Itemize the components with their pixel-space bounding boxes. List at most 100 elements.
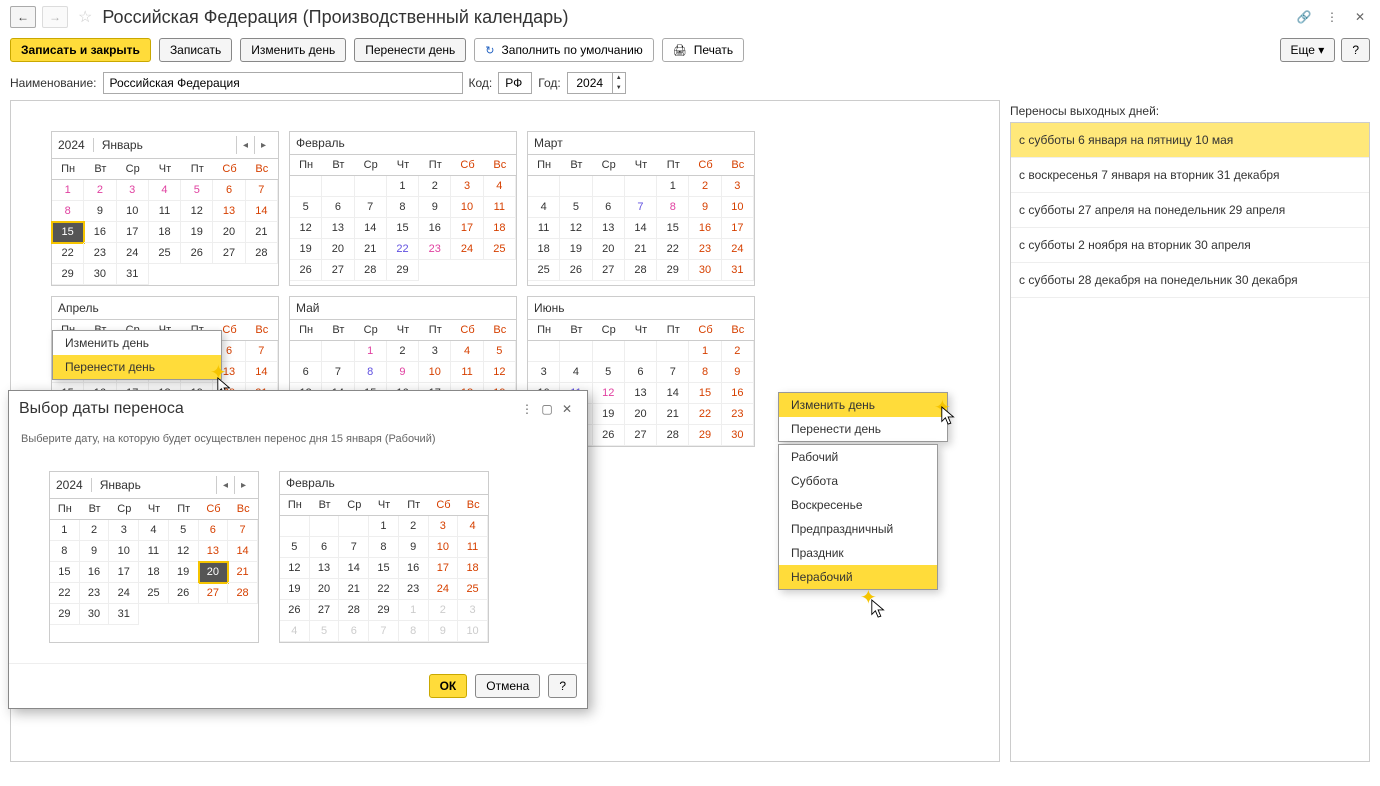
day-cell[interactable]: 9 xyxy=(80,541,110,562)
day-cell[interactable]: 15 xyxy=(50,562,80,583)
day-cell[interactable]: 7 xyxy=(246,341,278,362)
day-cell[interactable]: 8 xyxy=(52,201,84,222)
day-cell[interactable]: 16 xyxy=(80,562,110,583)
day-cell[interactable]: 11 xyxy=(139,541,169,562)
day-cell[interactable]: 9 xyxy=(689,197,721,218)
day-cell[interactable] xyxy=(625,176,657,197)
day-cell[interactable]: 19 xyxy=(290,239,322,260)
year-up-button[interactable]: ▲ xyxy=(613,73,625,83)
print-button[interactable]: Печать xyxy=(662,38,744,62)
day-cell[interactable]: 3 xyxy=(117,180,149,201)
day-cell[interactable]: 10 xyxy=(419,362,451,383)
day-cell[interactable]: 12 xyxy=(560,218,592,239)
day-cell[interactable]: 23 xyxy=(84,243,116,264)
menu-item[interactable]: Рабочий xyxy=(779,445,937,469)
day-cell[interactable]: 26 xyxy=(280,600,310,621)
day-cell[interactable]: 3 xyxy=(458,600,488,621)
day-cell[interactable]: 10 xyxy=(429,537,459,558)
day-cell[interactable] xyxy=(290,341,322,362)
day-cell[interactable]: 6 xyxy=(290,362,322,383)
day-cell[interactable]: 4 xyxy=(149,180,181,201)
day-cell[interactable]: 15 xyxy=(657,218,689,239)
day-cell[interactable]: 26 xyxy=(290,260,322,281)
day-cell[interactable]: 6 xyxy=(625,362,657,383)
day-cell[interactable]: 10 xyxy=(458,621,488,642)
day-cell[interactable]: 26 xyxy=(560,260,592,281)
day-cell[interactable]: 12 xyxy=(290,218,322,239)
day-cell[interactable]: 14 xyxy=(625,218,657,239)
day-cell[interactable]: 27 xyxy=(310,600,340,621)
day-cell[interactable]: 19 xyxy=(593,404,625,425)
change-day-button[interactable]: Изменить день xyxy=(240,38,346,62)
menu-item[interactable]: Перенести день xyxy=(53,355,221,379)
day-cell[interactable]: 14 xyxy=(355,218,387,239)
day-cell[interactable]: 21 xyxy=(246,222,278,243)
day-cell[interactable] xyxy=(290,176,322,197)
move-day-button[interactable]: Перенести день xyxy=(354,38,466,62)
day-cell[interactable]: 16 xyxy=(84,222,116,243)
day-cell[interactable]: 3 xyxy=(722,176,754,197)
favorite-star-icon[interactable]: ☆ xyxy=(78,7,92,27)
more-button[interactable]: Еще ▾ xyxy=(1280,38,1336,62)
day-cell[interactable]: 8 xyxy=(355,362,387,383)
nav-back-button[interactable]: ← xyxy=(10,6,36,28)
day-cell[interactable]: 6 xyxy=(310,537,340,558)
day-cell[interactable]: 8 xyxy=(399,621,429,642)
day-cell[interactable]: 24 xyxy=(429,579,459,600)
day-cell[interactable]: 21 xyxy=(355,239,387,260)
day-cell[interactable]: 1 xyxy=(355,341,387,362)
day-cell[interactable]: 12 xyxy=(169,541,199,562)
close-icon[interactable]: ✕ xyxy=(1350,7,1370,27)
month-prev-button[interactable]: ◂ xyxy=(236,136,254,154)
year-input[interactable] xyxy=(567,72,613,94)
day-cell[interactable]: 2 xyxy=(429,600,459,621)
day-cell[interactable]: 27 xyxy=(199,583,229,604)
day-cell[interactable]: 17 xyxy=(451,218,483,239)
day-cell[interactable]: 6 xyxy=(322,197,354,218)
day-cell[interactable]: 13 xyxy=(199,541,229,562)
nav-forward-button[interactable]: → xyxy=(42,6,68,28)
month-prev-button[interactable]: ◂ xyxy=(216,476,234,494)
day-cell[interactable]: 1 xyxy=(50,520,80,541)
day-cell[interactable]: 25 xyxy=(139,583,169,604)
day-cell[interactable]: 5 xyxy=(280,537,310,558)
day-cell[interactable]: 1 xyxy=(52,180,84,201)
day-cell[interactable]: 12 xyxy=(484,362,516,383)
day-cell[interactable] xyxy=(355,176,387,197)
day-cell[interactable]: 14 xyxy=(246,201,278,222)
day-cell[interactable]: 16 xyxy=(689,218,721,239)
day-cell[interactable]: 20 xyxy=(199,562,229,583)
day-cell[interactable]: 31 xyxy=(117,264,149,285)
day-cell[interactable]: 18 xyxy=(458,558,488,579)
day-cell[interactable]: 22 xyxy=(52,243,84,264)
day-cell[interactable]: 3 xyxy=(109,520,139,541)
transfer-item[interactable]: с субботы 27 апреля на понедельник 29 ап… xyxy=(1011,193,1369,228)
day-cell[interactable]: 10 xyxy=(722,197,754,218)
day-cell[interactable]: 18 xyxy=(528,239,560,260)
day-cell[interactable]: 6 xyxy=(213,180,245,201)
day-cell[interactable]: 23 xyxy=(419,239,451,260)
day-cell[interactable] xyxy=(657,341,689,362)
month-next-button[interactable]: ▸ xyxy=(234,476,252,494)
day-cell[interactable]: 22 xyxy=(689,404,721,425)
day-cell[interactable]: 7 xyxy=(355,197,387,218)
day-cell[interactable]: 29 xyxy=(689,425,721,446)
day-cell[interactable]: 23 xyxy=(399,579,429,600)
day-cell[interactable]: 13 xyxy=(593,218,625,239)
day-cell[interactable]: 29 xyxy=(387,260,419,281)
name-input[interactable] xyxy=(103,72,463,94)
day-cell[interactable]: 13 xyxy=(322,218,354,239)
day-cell[interactable]: 7 xyxy=(228,520,258,541)
menu-item[interactable]: Перенести день xyxy=(779,417,947,441)
menu-item[interactable]: Изменить день xyxy=(53,331,221,355)
day-cell[interactable]: 5 xyxy=(593,362,625,383)
day-cell[interactable]: 1 xyxy=(369,516,399,537)
day-cell[interactable]: 4 xyxy=(484,176,516,197)
day-cell[interactable] xyxy=(280,516,310,537)
day-cell[interactable]: 1 xyxy=(399,600,429,621)
day-cell[interactable]: 8 xyxy=(689,362,721,383)
day-cell[interactable]: 2 xyxy=(84,180,116,201)
day-cell[interactable]: 7 xyxy=(246,180,278,201)
day-cell[interactable]: 31 xyxy=(722,260,754,281)
save-button[interactable]: Записать xyxy=(159,38,232,62)
